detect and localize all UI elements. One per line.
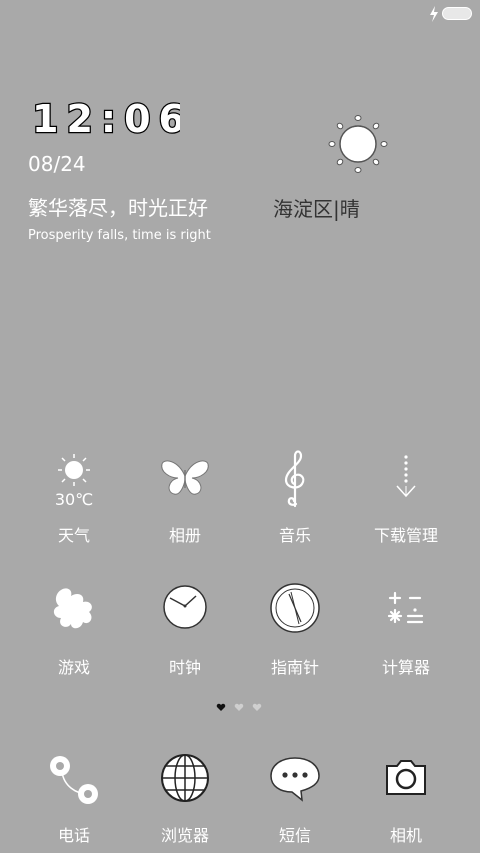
app-label: 游戏 [57, 658, 90, 677]
clock-time: 12:06 [32, 97, 180, 141]
app-label: 指南针 [270, 658, 319, 677]
dock-messages[interactable]: 短信 [240, 750, 350, 850]
phone-icon [50, 756, 98, 804]
weather-location: 海淀区|晴 [273, 197, 360, 221]
app-label: 相机 [389, 826, 422, 845]
compass-icon [270, 583, 320, 633]
app-music[interactable]: 音乐 [240, 448, 350, 548]
page-dot [234, 703, 244, 711]
calculator-icon [387, 591, 424, 624]
dock-phone[interactable]: 电话 [19, 750, 129, 850]
charging-icon [430, 6, 438, 22]
battery-icon [442, 7, 472, 20]
app-compass[interactable]: 指南针 [240, 580, 350, 680]
app-label: 电话 [57, 826, 90, 845]
app-downloads[interactable]: 下载管理 [351, 448, 461, 548]
clock-widget[interactable]: 12:06 [30, 96, 186, 143]
app-label: 计算器 [381, 658, 430, 677]
app-label: 时钟 [168, 658, 201, 677]
dock-camera[interactable]: 相机 [351, 750, 461, 850]
puzzle-icon [53, 588, 92, 629]
app-label: 下载管理 [373, 526, 438, 545]
page-dot [252, 703, 262, 711]
globe-icon [161, 754, 209, 802]
weather-sun-icon [58, 454, 90, 486]
weather-temp: 30℃ [54, 490, 94, 509]
message-icon [270, 757, 320, 802]
weather-sun-icon[interactable] [326, 114, 390, 178]
page-indicator[interactable] [0, 700, 480, 714]
app-weather[interactable]: 30℃ 天气 [19, 448, 129, 548]
download-arrow-icon [396, 455, 416, 498]
dock-browser[interactable]: 浏览器 [130, 750, 240, 850]
clock-digits: 12:06 [31, 96, 186, 143]
app-clock[interactable]: 时钟 [130, 580, 240, 680]
status-bar [0, 0, 480, 28]
quote-english: Prosperity falls, time is right [28, 228, 211, 243]
app-label: 短信 [278, 826, 311, 845]
app-games[interactable]: 游戏 [19, 580, 129, 680]
app-label: 音乐 [278, 526, 311, 545]
butterfly-icon [161, 460, 209, 495]
quote-chinese: 繁华落尽，时光正好 [28, 196, 208, 220]
page-dot-active [216, 703, 226, 711]
camera-icon [386, 760, 426, 795]
app-label: 浏览器 [160, 826, 209, 845]
treble-clef-icon [284, 450, 305, 508]
app-label: 天气 [57, 526, 90, 545]
app-calculator[interactable]: 计算器 [351, 580, 461, 680]
app-label: 相册 [168, 526, 201, 545]
app-gallery[interactable]: 相册 [130, 448, 240, 548]
date-label: 08/24 [28, 152, 86, 176]
clock-icon [163, 585, 207, 629]
